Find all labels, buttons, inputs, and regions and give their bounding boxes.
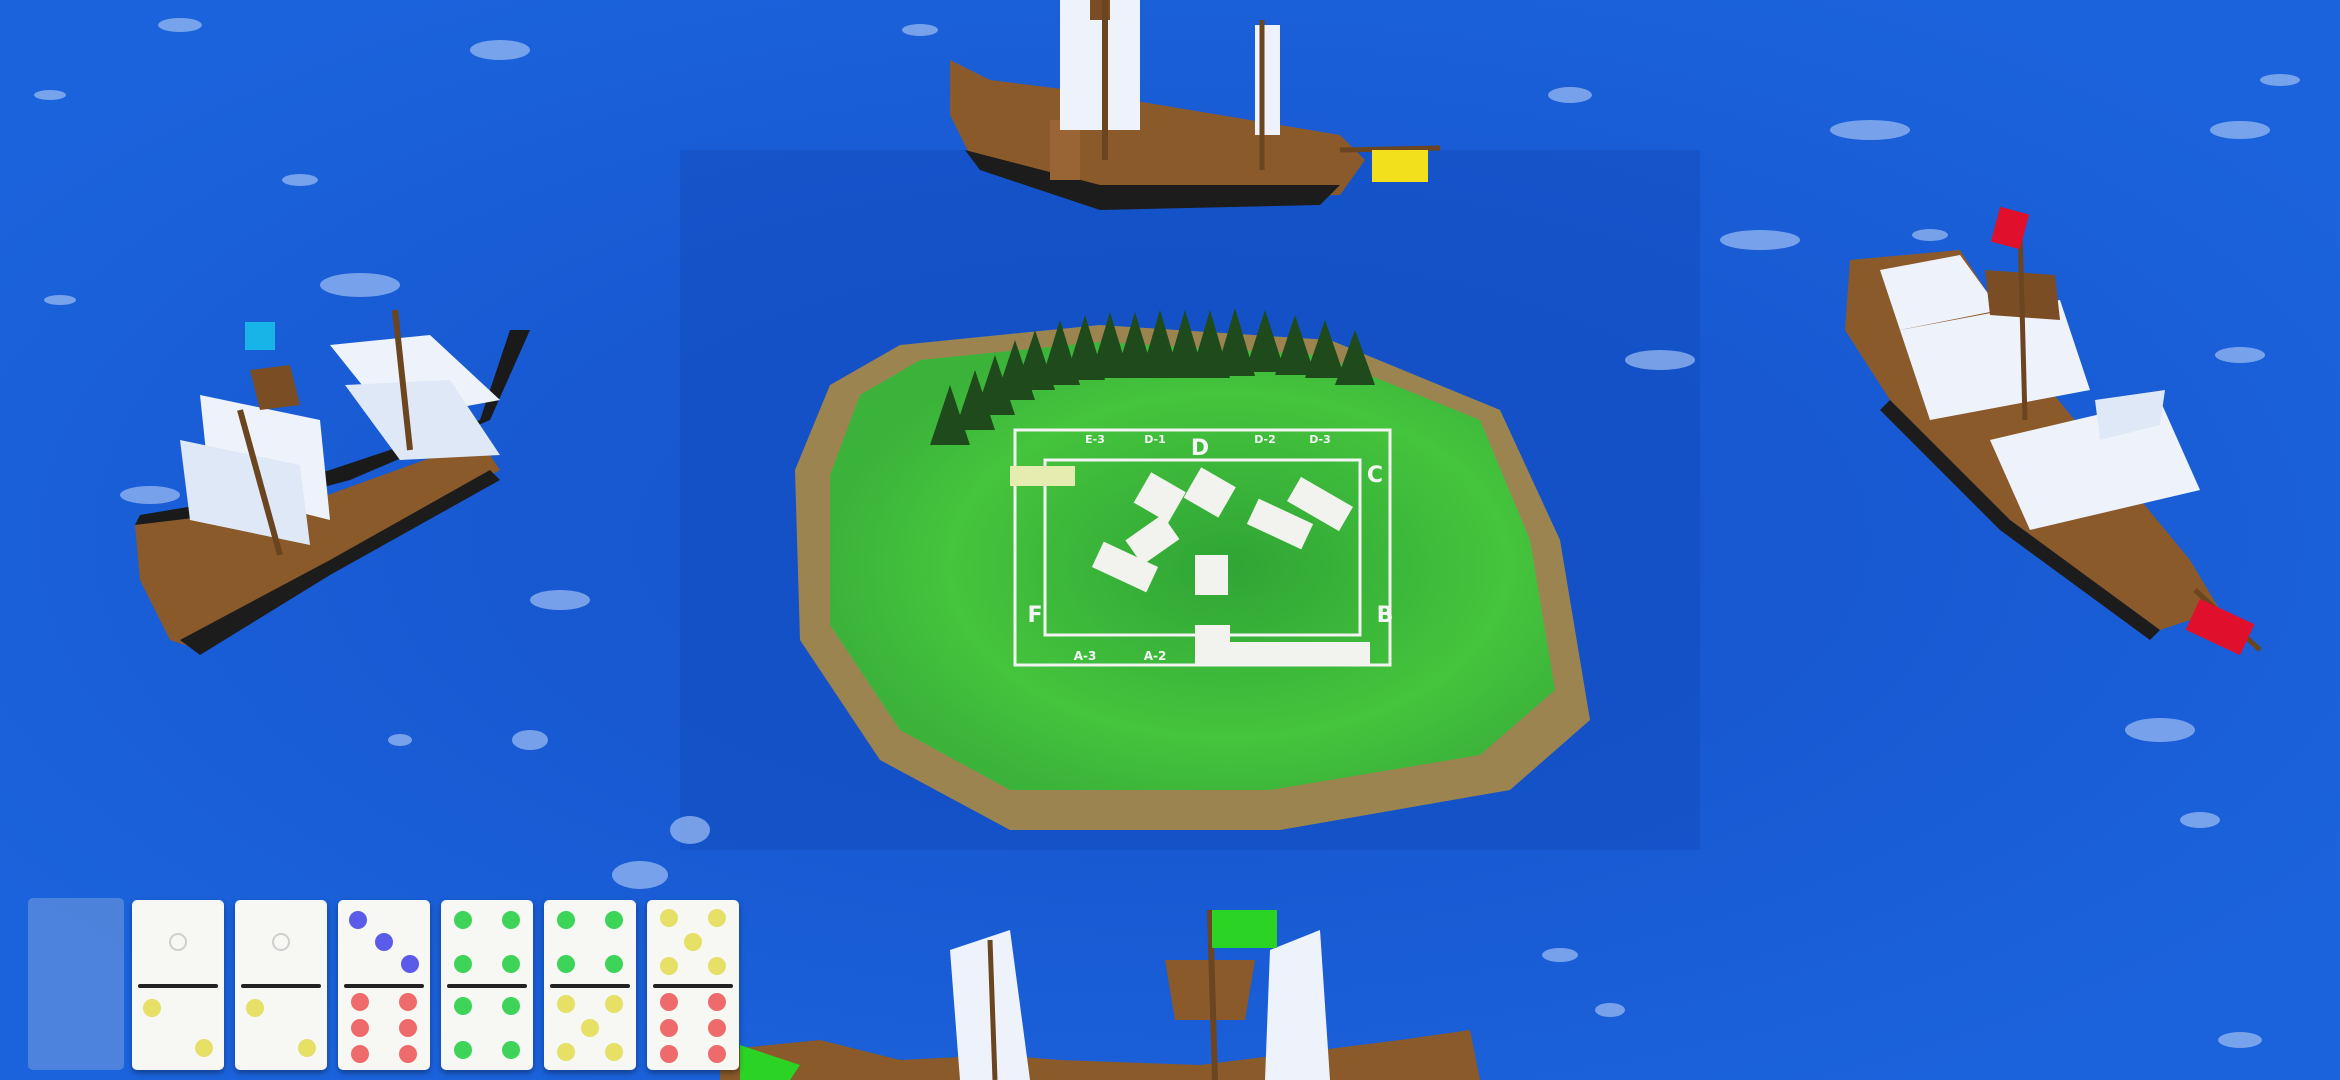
domino-divider bbox=[241, 984, 321, 988]
domino-pip bbox=[272, 933, 290, 951]
domino-pip bbox=[708, 909, 726, 927]
flag-yellow bbox=[1372, 150, 1428, 182]
domino-divider bbox=[550, 984, 630, 988]
domino-divider bbox=[344, 984, 424, 988]
hand-domino[interactable] bbox=[132, 900, 224, 1070]
domino-pip bbox=[169, 933, 187, 951]
domino-pip bbox=[660, 1019, 678, 1037]
board-label-a3: A-3 bbox=[1074, 649, 1097, 663]
domino-pip bbox=[557, 955, 575, 973]
domino-pip bbox=[684, 933, 702, 951]
domino-pip bbox=[399, 1019, 417, 1037]
domino-pip bbox=[660, 909, 678, 927]
domino-pip bbox=[660, 957, 678, 975]
domino-pip bbox=[605, 1043, 623, 1061]
domino-pip bbox=[298, 1039, 316, 1057]
domino-pip bbox=[454, 955, 472, 973]
board-label-a2: A-2 bbox=[1144, 649, 1167, 663]
domino-pip bbox=[454, 911, 472, 929]
domino-pip bbox=[349, 911, 367, 929]
domino-pip bbox=[375, 933, 393, 951]
domino-pip bbox=[454, 1041, 472, 1059]
hand-domino[interactable] bbox=[235, 900, 327, 1070]
domino-pip bbox=[557, 911, 575, 929]
hand-domino[interactable] bbox=[544, 900, 636, 1070]
island bbox=[795, 325, 1590, 830]
domino-pip bbox=[708, 1045, 726, 1063]
domino-pip bbox=[605, 995, 623, 1013]
domino-pip bbox=[557, 1043, 575, 1061]
domino-pip bbox=[660, 993, 678, 1011]
domino-pip bbox=[605, 911, 623, 929]
domino-pip bbox=[502, 955, 520, 973]
domino-pip bbox=[502, 911, 520, 929]
domino-pip bbox=[246, 999, 264, 1017]
hand-domino[interactable] bbox=[647, 900, 739, 1070]
domino-divider bbox=[653, 984, 733, 988]
domino-pip bbox=[605, 955, 623, 973]
board-label-d: D bbox=[1191, 436, 1209, 461]
domino-pip bbox=[399, 993, 417, 1011]
domino-divider bbox=[447, 984, 527, 988]
domino-pip bbox=[401, 955, 419, 973]
hand-domino[interactable] bbox=[441, 900, 533, 1070]
board-label-f: F bbox=[1027, 603, 1042, 628]
domino-divider bbox=[138, 984, 218, 988]
domino-pip bbox=[502, 997, 520, 1015]
board-label-e3: E-3 bbox=[1085, 433, 1105, 446]
domino-pip bbox=[195, 1039, 213, 1057]
domino-pip bbox=[454, 997, 472, 1015]
domino-pip bbox=[708, 1019, 726, 1037]
domino-pip bbox=[581, 1019, 599, 1037]
hand-slot-ghost bbox=[28, 898, 124, 1070]
domino-pip bbox=[660, 1045, 678, 1063]
domino-pip bbox=[708, 993, 726, 1011]
domino-pip bbox=[351, 993, 369, 1011]
board-label-d2: D-2 bbox=[1254, 433, 1276, 446]
board-label-b: B bbox=[1377, 603, 1394, 628]
domino-pip bbox=[143, 999, 161, 1017]
domino-pip bbox=[557, 995, 575, 1013]
domino-pip bbox=[351, 1019, 369, 1037]
domino-pip bbox=[708, 957, 726, 975]
domino-pip bbox=[502, 1041, 520, 1059]
flag-green bbox=[1212, 910, 1277, 948]
board-label-d3: D-3 bbox=[1309, 433, 1331, 446]
board-label-c: C bbox=[1367, 463, 1383, 488]
hand-domino[interactable] bbox=[338, 900, 430, 1070]
board-label-d1: D-1 bbox=[1144, 433, 1166, 446]
domino-pip bbox=[351, 1045, 369, 1063]
domino-pip bbox=[399, 1045, 417, 1063]
flag-cyan bbox=[245, 322, 275, 350]
